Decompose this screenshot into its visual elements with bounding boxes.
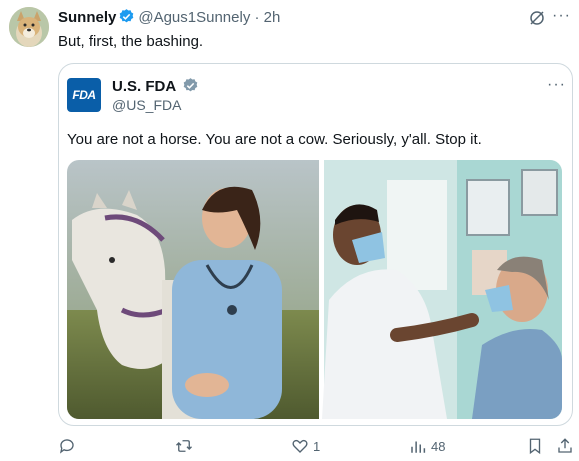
- quoted-media-image[interactable]: [67, 160, 562, 419]
- fda-logo-text: FDA: [72, 88, 96, 102]
- bookmark-icon: [529, 438, 541, 455]
- grok-icon[interactable]: [528, 9, 546, 32]
- photo-collage-icon: [67, 160, 562, 419]
- quoted-tweet-text: You are not a horse. You are not a cow. …: [67, 131, 482, 148]
- share-button[interactable]: [556, 437, 574, 455]
- quoted-author-row: U.S. FDA: [112, 77, 202, 99]
- retweet-button[interactable]: [174, 437, 198, 455]
- quoted-more-options-icon[interactable]: ···: [547, 76, 566, 94]
- like-count: 1: [313, 438, 321, 454]
- author-name[interactable]: Sunnely: [58, 9, 116, 26]
- separator-dot: ·: [254, 9, 260, 26]
- tweet-header: Sunnely @Agus1Sunnely · 2h: [58, 8, 280, 31]
- dog-avatar-icon: [9, 7, 49, 47]
- like-button[interactable]: 1: [291, 437, 320, 455]
- author-avatar[interactable]: [9, 7, 49, 47]
- more-options-icon[interactable]: ···: [552, 7, 571, 25]
- quoted-author-handle[interactable]: @US_FDA: [112, 97, 181, 113]
- heart-icon: [292, 439, 308, 453]
- quoted-tweet-card[interactable]: FDA U.S. FDA @US_FDA ··· You are not a h…: [58, 63, 573, 426]
- tweet-time[interactable]: 2h: [264, 9, 281, 26]
- views-button[interactable]: 48: [409, 437, 445, 455]
- fda-logo[interactable]: FDA: [67, 78, 101, 112]
- reply-icon: [59, 439, 74, 454]
- verified-badge-icon: [118, 8, 135, 31]
- tweet-text: But, first, the bashing.: [58, 33, 204, 50]
- bookmark-button[interactable]: [526, 437, 544, 455]
- share-icon: [558, 438, 572, 453]
- tweet-actions: 1 48: [0, 437, 579, 459]
- author-handle[interactable]: @Agus1Sunnely: [138, 9, 250, 26]
- retweet-icon: [176, 440, 192, 452]
- quoted-author-name[interactable]: U.S. FDA: [112, 78, 176, 95]
- view-count: 48: [431, 438, 446, 454]
- reply-button[interactable]: [58, 437, 80, 455]
- views-chart-icon: [411, 441, 426, 453]
- government-verified-badge-icon: [182, 77, 199, 99]
